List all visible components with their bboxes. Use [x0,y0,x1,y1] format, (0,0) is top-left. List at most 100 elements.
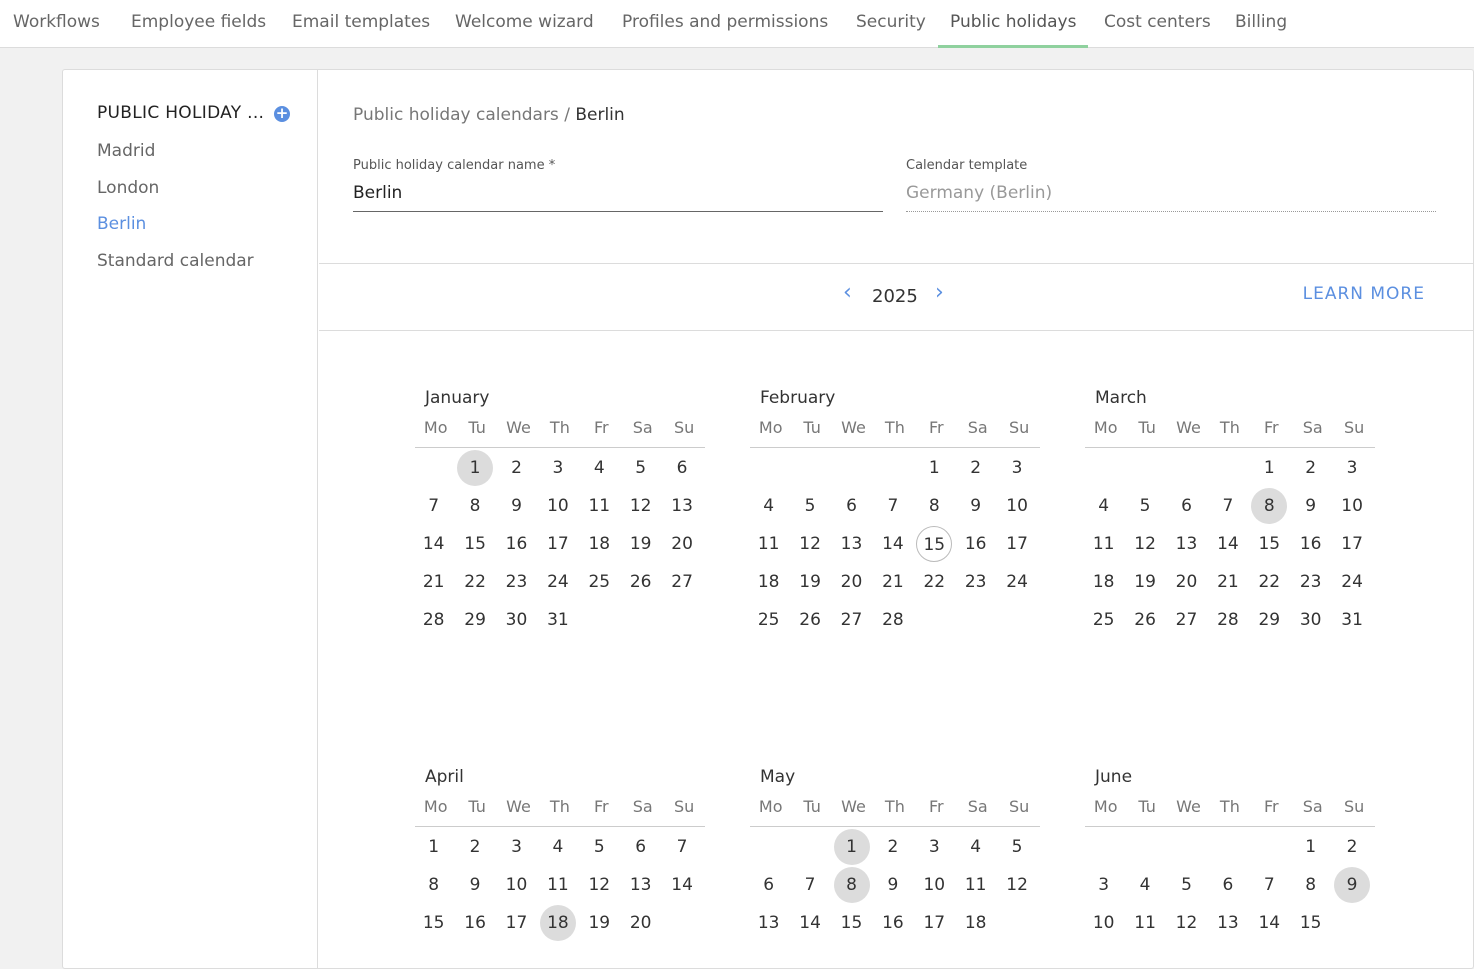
tab-profiles-and-permissions[interactable]: Profiles and permissions [622,0,828,47]
calendar-day[interactable]: 15 [834,905,870,941]
calendar-day[interactable]: 24 [1334,564,1370,600]
calendar-day[interactable]: 17 [540,526,576,562]
calendar-day[interactable]: 27 [664,564,700,600]
calendar-day[interactable]: 16 [1293,526,1329,562]
calendar-day[interactable]: 7 [1251,867,1287,903]
calendar-day[interactable]: 21 [1210,564,1246,600]
sidebar-item-london[interactable]: London [97,178,159,198]
calendar-day[interactable]: 5 [623,450,659,486]
sidebar-item-madrid[interactable]: Madrid [97,141,155,161]
calendar-day[interactable]: 10 [1086,905,1122,941]
calendar-day[interactable]: 3 [916,829,952,865]
calendar-day[interactable]: 8 [416,867,452,903]
calendar-day[interactable]: 10 [499,867,535,903]
calendar-day[interactable]: 12 [581,867,617,903]
holiday-day[interactable]: 1 [833,829,870,865]
calendar-day[interactable]: 4 [540,829,576,865]
calendar-day[interactable]: 18 [958,905,994,941]
tab-welcome-wizard[interactable]: Welcome wizard [455,0,594,47]
calendar-day[interactable]: 4 [1086,488,1122,524]
calendar-day[interactable]: 15 [416,905,452,941]
calendar-day[interactable]: 7 [416,488,452,524]
calendar-day[interactable]: 30 [1293,602,1329,638]
calendar-day[interactable]: 14 [664,867,700,903]
calendar-day[interactable]: 7 [875,488,911,524]
learn-more-link[interactable]: LEARN MORE [1303,284,1425,304]
calendar-day[interactable]: 3 [1086,867,1122,903]
calendar-day[interactable]: 16 [499,526,535,562]
calendar-day[interactable]: 18 [581,526,617,562]
tab-public-holidays[interactable]: Public holidays [937,0,1089,48]
calendar-day[interactable]: 6 [623,829,659,865]
calendar-day[interactable]: 13 [1169,526,1205,562]
calendar-day[interactable]: 4 [751,488,787,524]
calendar-day[interactable]: 9 [457,867,493,903]
calendar-day[interactable]: 4 [581,450,617,486]
calendar-day[interactable]: 6 [664,450,700,486]
calendar-day[interactable]: 13 [1210,905,1246,941]
calendar-day[interactable]: 15 [457,526,493,562]
calendar-day[interactable]: 9 [499,488,535,524]
calendar-day[interactable]: 2 [958,450,994,486]
calendar-day[interactable]: 28 [1210,602,1246,638]
calendar-day[interactable]: 6 [834,488,870,524]
tab-billing[interactable]: Billing [1235,0,1287,47]
calendar-day[interactable]: 11 [958,867,994,903]
calendar-day[interactable]: 20 [834,564,870,600]
calendar-day[interactable]: 2 [875,829,911,865]
calendar-day[interactable]: 17 [916,905,952,941]
calendar-day[interactable]: 6 [1210,867,1246,903]
tab-email-templates[interactable]: Email templates [292,0,430,47]
calendar-day[interactable]: 13 [623,867,659,903]
calendar-day[interactable]: 25 [581,564,617,600]
calendar-day[interactable]: 12 [792,526,828,562]
calendar-day[interactable]: 6 [1169,488,1205,524]
calendar-day[interactable]: 13 [834,526,870,562]
holiday-day[interactable]: 18 [539,905,576,941]
calendar-day[interactable]: 14 [416,526,452,562]
calendar-day[interactable]: 20 [664,526,700,562]
calendar-day[interactable]: 14 [1251,905,1287,941]
calendar-day[interactable]: 12 [1169,905,1205,941]
calendar-day[interactable]: 22 [1251,564,1287,600]
calendar-day[interactable]: 18 [1086,564,1122,600]
calendar-day[interactable]: 3 [999,450,1035,486]
calendar-day[interactable]: 5 [792,488,828,524]
tab-employee-fields[interactable]: Employee fields [131,0,266,47]
calendar-day[interactable]: 31 [540,602,576,638]
calendar-day[interactable]: 9 [875,867,911,903]
calendar-day[interactable]: 7 [664,829,700,865]
calendar-day[interactable]: 9 [1293,488,1329,524]
calendar-day[interactable]: 21 [875,564,911,600]
calendar-day[interactable]: 22 [916,564,952,600]
calendar-day[interactable]: 23 [499,564,535,600]
calendar-day[interactable]: 10 [540,488,576,524]
calendar-day[interactable]: 21 [416,564,452,600]
sidebar-item-standard-calendar[interactable]: Standard calendar [97,251,254,271]
calendar-day[interactable]: 2 [499,450,535,486]
calendar-day[interactable]: 20 [1169,564,1205,600]
calendar-day[interactable]: 29 [1251,602,1287,638]
chevron-right-icon[interactable]: › [935,280,944,305]
plus-circle-icon[interactable]: + [274,106,290,122]
calendar-day[interactable]: 11 [751,526,787,562]
calendar-day[interactable]: 4 [958,829,994,865]
calendar-day[interactable]: 11 [1086,526,1122,562]
calendar-day[interactable]: 1 [416,829,452,865]
calendar-day[interactable]: 19 [623,526,659,562]
calendar-day[interactable]: 3 [1334,450,1370,486]
breadcrumb-parent[interactable]: Public holiday calendars [353,105,559,125]
calendar-day[interactable]: 23 [1293,564,1329,600]
calendar-day[interactable]: 8 [916,488,952,524]
calendar-day[interactable]: 14 [875,526,911,562]
calendar-day[interactable]: 13 [751,905,787,941]
calendar-day[interactable]: 2 [1293,450,1329,486]
calendar-day[interactable]: 11 [581,488,617,524]
calendar-day[interactable]: 11 [1127,905,1163,941]
calendar-day[interactable]: 12 [1127,526,1163,562]
calendar-day[interactable]: 8 [457,488,493,524]
calendar-day[interactable]: 13 [664,488,700,524]
calendar-day[interactable]: 16 [875,905,911,941]
calendar-day[interactable]: 5 [999,829,1035,865]
calendar-day[interactable]: 12 [999,867,1035,903]
